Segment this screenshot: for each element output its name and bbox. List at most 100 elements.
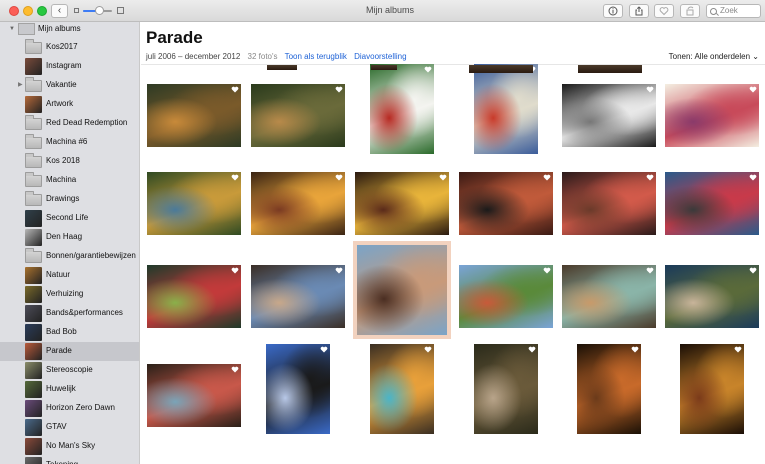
- zoom-out-icon[interactable]: [74, 8, 79, 13]
- sidebar-root-item[interactable]: ▼ Mijn albums: [0, 22, 139, 37]
- favorite-tag-icon: [543, 267, 551, 273]
- sidebar-item[interactable]: Kos 2018: [0, 152, 139, 171]
- photo-thumbnail[interactable]: [474, 64, 538, 154]
- sidebar-item[interactable]: Machina #6: [0, 133, 139, 152]
- favorite-tag-icon: [646, 86, 654, 92]
- favorite-tag-icon: [424, 346, 432, 353]
- photo-thumbnail[interactable]: [355, 171, 449, 235]
- sidebar-item[interactable]: Den Haag: [0, 228, 139, 247]
- back-button[interactable]: ‹: [51, 4, 68, 18]
- photo-thumbnail[interactable]: [371, 65, 397, 70]
- album-thumbnail: [25, 286, 42, 303]
- album-thumbnail: [25, 457, 42, 464]
- sidebar-item[interactable]: Tekening: [0, 456, 139, 464]
- sidebar-item[interactable]: Stereoscopie: [0, 361, 139, 380]
- photo-count: 32 foto's: [247, 52, 278, 61]
- sidebar-item[interactable]: Instagram: [0, 57, 139, 76]
- album-thumbnail: [25, 419, 42, 436]
- zoom-slider-knob[interactable]: [94, 6, 104, 15]
- sidebar-item[interactable]: Kos2017: [0, 38, 139, 57]
- zoom-in-icon[interactable]: [117, 7, 124, 14]
- sidebar-item[interactable]: Artwork: [0, 95, 139, 114]
- sidebar-item[interactable]: Verhuizing: [0, 285, 139, 304]
- photo-thumbnail[interactable]: [459, 171, 553, 235]
- info-icon: [608, 6, 618, 16]
- photo-thumbnail[interactable]: [562, 83, 656, 147]
- album-thumbnail: [25, 343, 42, 360]
- sidebar-item[interactable]: GTAV: [0, 418, 139, 437]
- show-filter-dropdown[interactable]: Tonen: Alle onderdelen ⌄: [669, 52, 759, 61]
- album-thumbnail: [25, 210, 42, 227]
- photo-thumbnail[interactable]: [353, 241, 451, 339]
- photo-thumbnail[interactable]: [147, 363, 241, 427]
- slideshow-link[interactable]: Diavoorstelling: [354, 52, 406, 61]
- sidebar-item-label: Bad Bob: [46, 327, 77, 336]
- photo-thumbnail[interactable]: [562, 171, 656, 235]
- photo-thumbnail[interactable]: [251, 171, 345, 235]
- fullscreen-window-button[interactable]: [37, 6, 47, 16]
- album-thumbnail: [25, 400, 42, 417]
- photo-thumbnail[interactable]: [469, 65, 533, 73]
- favorite-tag-icon: [749, 86, 757, 92]
- sidebar-item[interactable]: Bonnen/garantiebewijzen: [0, 247, 139, 266]
- photo-thumbnail[interactable]: [147, 264, 241, 328]
- photo-thumbnail[interactable]: [147, 83, 241, 147]
- photo-thumbnail[interactable]: [665, 171, 759, 235]
- sidebar-item[interactable]: No Man's Sky: [0, 437, 139, 456]
- sidebar-item[interactable]: Drawings: [0, 190, 139, 209]
- minimize-window-button[interactable]: [23, 6, 33, 16]
- sidebar-item[interactable]: ▶ Vakantie: [0, 76, 139, 95]
- photo-thumbnail[interactable]: [251, 83, 345, 147]
- favorite-tag-icon: [439, 174, 447, 180]
- search-placeholder: Zoek: [720, 6, 738, 15]
- photo-thumbnail[interactable]: [370, 64, 434, 154]
- disclosure-closed-icon[interactable]: ▶: [18, 81, 23, 88]
- close-window-button[interactable]: [9, 6, 19, 16]
- photo-thumbnail[interactable]: [459, 264, 553, 328]
- disclosure-open-icon[interactable]: ▼: [9, 26, 15, 32]
- photo-thumbnail[interactable]: [147, 171, 241, 235]
- sidebar-item[interactable]: Horizon Zero Dawn: [0, 399, 139, 418]
- photo-thumbnail[interactable]: [665, 83, 759, 147]
- photo-thumbnail[interactable]: [578, 65, 642, 73]
- favorite-tag-icon: [734, 346, 742, 353]
- sidebar-item-label: Bonnen/garantiebewijzen: [46, 251, 136, 260]
- photo-thumbnail[interactable]: [665, 264, 759, 328]
- photo-thumbnail[interactable]: [266, 344, 330, 434]
- sidebar-item-label: Bands&performances: [46, 308, 123, 317]
- sidebar-item[interactable]: Parade: [0, 342, 139, 361]
- search-field[interactable]: Zoek: [706, 4, 761, 18]
- search-icon: [710, 8, 717, 15]
- sidebar-item[interactable]: Machina: [0, 171, 139, 190]
- favorite-tag-icon: [231, 174, 239, 180]
- folder-icon: [25, 248, 42, 263]
- photo-thumbnail[interactable]: [267, 65, 297, 70]
- favorite-tag-icon: [528, 346, 536, 353]
- sidebar-item[interactable]: Second Life: [0, 209, 139, 228]
- sidebar-item[interactable]: Bad Bob: [0, 323, 139, 342]
- info-button[interactable]: [603, 4, 623, 18]
- photo-thumbnail[interactable]: [370, 344, 434, 434]
- photo-thumbnail[interactable]: [474, 344, 538, 434]
- sidebar-item-label: Verhuizing: [46, 289, 84, 298]
- sidebar-item[interactable]: Bands&performances: [0, 304, 139, 323]
- share-button[interactable]: [629, 4, 649, 18]
- folder-icon: [25, 153, 42, 168]
- photo-thumbnail[interactable]: [251, 264, 345, 328]
- sidebar-item[interactable]: Huwelijk: [0, 380, 139, 399]
- favorite-tag-icon: [749, 267, 757, 273]
- show-as-memory-link[interactable]: Toon als terugblik: [285, 52, 347, 61]
- favorite-tag-icon: [231, 366, 239, 372]
- sidebar-item[interactable]: Natuur: [0, 266, 139, 285]
- rotate-button[interactable]: [680, 4, 700, 18]
- photo-thumbnail[interactable]: [680, 344, 744, 434]
- favorite-tag-icon: [231, 267, 239, 273]
- favorite-tag-icon: [631, 346, 639, 353]
- sidebar-item[interactable]: Red Dead Redemption: [0, 114, 139, 133]
- photo-thumbnail[interactable]: [577, 344, 641, 434]
- folder-icon: [25, 77, 42, 92]
- favorite-button[interactable]: [654, 4, 674, 18]
- album-thumbnail: [25, 362, 42, 379]
- favorite-tag-icon: [335, 174, 343, 180]
- photo-thumbnail[interactable]: [562, 264, 656, 328]
